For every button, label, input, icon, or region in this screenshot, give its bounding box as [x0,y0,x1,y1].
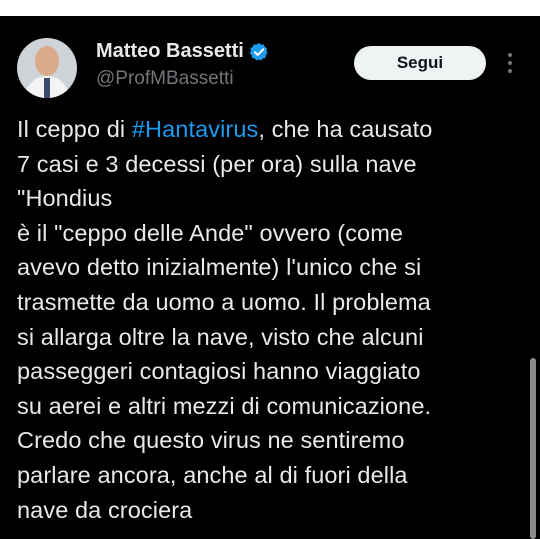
scrollbar[interactable] [530,358,536,539]
avatar[interactable] [17,38,77,98]
tweet-text-rest: , che ha causato 7 casi e 3 decessi (per… [17,116,433,523]
more-vertical-icon[interactable] [506,52,514,74]
verified-badge-icon [249,42,268,60]
avatar-tie [44,78,50,98]
follow-button[interactable]: Segui [354,46,486,80]
tweet-card[interactable]: Matteo Bassetti @ProfMBassetti Segui Il … [0,16,540,539]
tweet-text-intro: Il ceppo di [17,116,132,142]
tweet-text: Il ceppo di #Hantavirus, che ha causato … [17,112,527,527]
display-name[interactable]: Matteo Bassetti [96,40,244,63]
user-handle[interactable]: @ProfMBassetti [96,68,234,90]
name-row: Matteo Bassetti [96,40,269,63]
previous-content-strip: ​ [0,0,540,16]
avatar-head [35,46,59,76]
hashtag-link[interactable]: #Hantavirus [132,116,259,142]
